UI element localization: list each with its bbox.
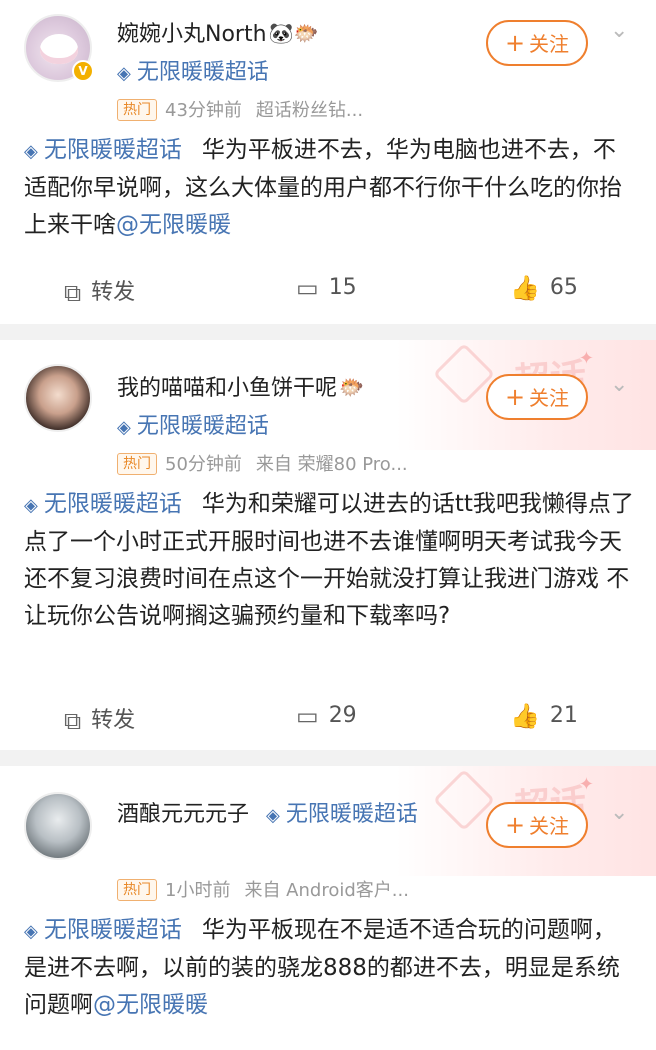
comment-button[interactable]: ▭ 29 <box>296 702 357 730</box>
post-meta: 热门 50分钟前 来自 荣耀80 Pro... <box>117 450 408 476</box>
diamond-topic-icon: ◈ <box>266 805 280 826</box>
diamond-topic-icon: ◈ <box>117 63 131 84</box>
post-body: ◈ 无限暖暖超话 华为和荣耀可以进去的话tt我吧我懒得点了 点了一个小时正式开服时间… <box>24 491 634 629</box>
post-actions: ⧉ 转发 ▭ 15 👍 65 <box>0 274 656 314</box>
hot-tag: 热门 <box>117 879 157 901</box>
post-meta: 热门 43分钟前 超话粉丝钻... <box>117 96 363 122</box>
body-topic-link[interactable]: ◈ 无限暖暖超话 <box>24 491 182 517</box>
hot-tag: 热门 <box>117 99 157 121</box>
hot-tag: 热门 <box>117 453 157 475</box>
username[interactable]: 我的喵喵和小鱼饼干呢 🐡 <box>117 370 364 402</box>
like-button[interactable]: 👍 65 <box>510 274 578 302</box>
username[interactable]: 婉婉小丸North 🐼🐡 <box>117 16 318 48</box>
repost-icon: ⧉ <box>64 707 82 735</box>
username[interactable]: 酒酿元元元子 ◈ 无限暖暖超话 <box>117 796 467 835</box>
comment-icon: ▭ <box>296 274 319 302</box>
follow-button[interactable]: + 关注 <box>486 20 588 66</box>
post-source: 来自 Android客户... <box>244 880 409 901</box>
post-body: ◈ 无限暖暖超话 华为平板进不去，华为电脑也进不去，不适配你早说啊，这么大体量的用户… <box>24 137 622 238</box>
verified-badge-icon: V <box>72 60 94 82</box>
like-icon: 👍 <box>510 702 540 730</box>
diamond-topic-icon: ◈ <box>117 417 131 438</box>
post-meta: 热门 1小时前 来自 Android客户... <box>117 876 409 902</box>
post-source: 超话粉丝钻... <box>255 100 364 121</box>
body-topic-link[interactable]: ◈ 无限暖暖超话 <box>24 137 182 163</box>
post-card: V 婉婉小丸North 🐼🐡 ◈ 无限暖暖超话 热门 43分钟前 超话粉丝钻... + 关… <box>0 0 656 324</box>
body-topic-link[interactable]: ◈ 无限暖暖超话 <box>24 917 182 943</box>
follow-button[interactable]: + 关注 <box>486 802 588 848</box>
supertopic-link[interactable]: ◈ 无限暖暖超话 <box>117 54 269 86</box>
supertopic-link[interactable]: ◈ 无限暖暖超话 <box>266 802 418 827</box>
repost-button[interactable]: ⧉ 转发 <box>64 702 135 735</box>
sparkle-icon: ✦ <box>578 348 594 369</box>
post-body: ◈ 无限暖暖超话 华为平板现在不是适不适合玩的问题啊，是进不去啊，以前的装的骁龙88… <box>24 917 620 1018</box>
comment-button[interactable]: ▭ 15 <box>296 274 357 302</box>
mention-link[interactable]: @无限暖暖 <box>116 212 231 238</box>
mention-link[interactable]: @无限暖暖 <box>93 992 208 1018</box>
sparkle-icon: ✦ <box>578 774 594 795</box>
post-source: 来自 荣耀80 Pro... <box>255 454 408 475</box>
comment-icon: ▭ <box>296 702 319 730</box>
avatar[interactable] <box>24 364 92 432</box>
like-button[interactable]: 👍 21 <box>510 702 578 730</box>
post-card: 超话 ✦ 我的喵喵和小鱼饼干呢🐡 ◈无限暖暖超话 热门50分钟前来自 荣耀80 … <box>0 340 656 750</box>
chevron-down-icon[interactable]: ⌄ <box>610 372 628 397</box>
follow-button[interactable]: + 关注 <box>486 374 588 420</box>
like-icon: 👍 <box>510 274 540 302</box>
repost-button[interactable]: ⧉ 转发 <box>64 274 135 307</box>
post-time: 50分钟前 <box>165 454 242 475</box>
supertopic-link[interactable]: ◈ 无限暖暖超话 <box>117 408 269 440</box>
post-card: 超话 ✦ 酒酿元元元子 ◈无限暖暖超话 热门1小时前来自 Android客户..… <box>0 766 656 1050</box>
post-time: 1小时前 <box>165 880 231 901</box>
chevron-down-icon[interactable]: ⌄ <box>610 800 628 825</box>
post-actions: ⧉ 转发 ▭ 29 👍 21 <box>0 702 656 742</box>
chevron-down-icon[interactable]: ⌄ <box>610 18 628 43</box>
weibo-feed: V 婉婉小丸North 🐼🐡 ◈ 无限暖暖超话 热门 43分钟前 超话粉丝钻... + 关… <box>0 0 656 1050</box>
avatar[interactable] <box>24 792 92 860</box>
post-time: 43分钟前 <box>165 100 242 121</box>
repost-icon: ⧉ <box>64 279 82 307</box>
name-emoji: 🐡 <box>339 375 364 399</box>
name-emoji: 🐼🐡 <box>268 21 319 45</box>
